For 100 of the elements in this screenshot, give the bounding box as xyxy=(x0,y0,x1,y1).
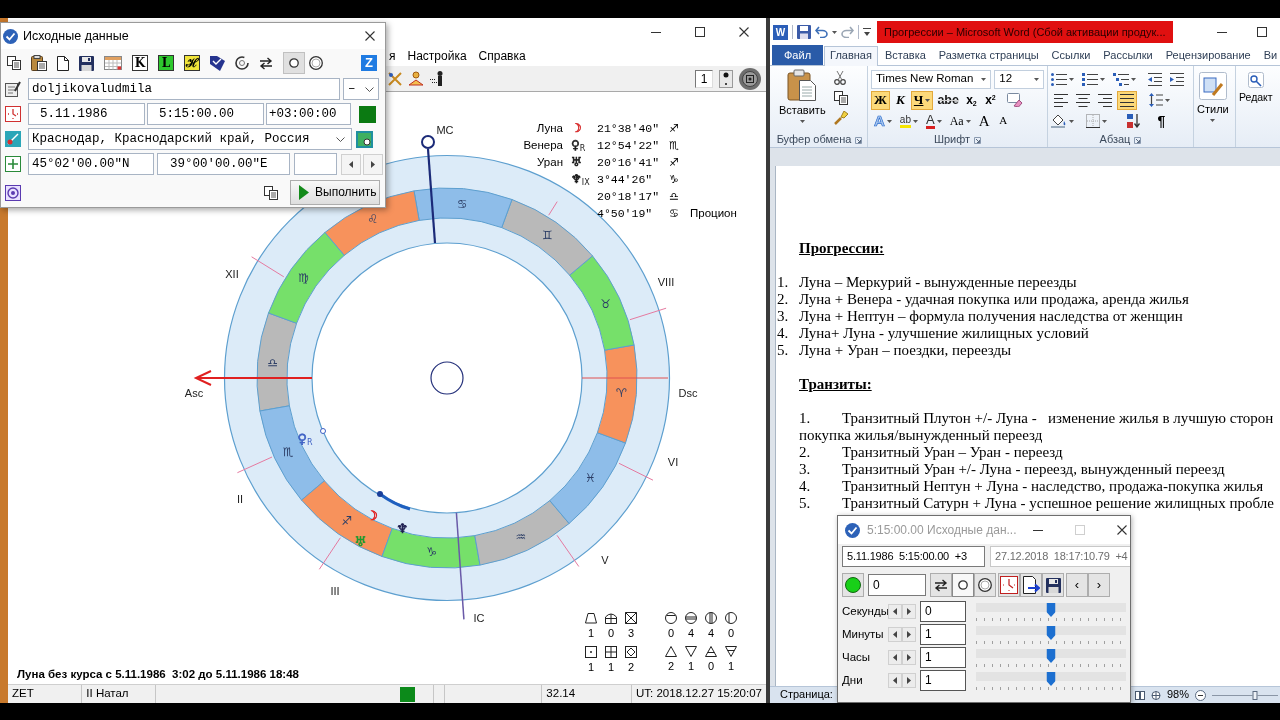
caret-icon[interactable] xyxy=(1102,119,1107,123)
letter-button[interactable]: Z xyxy=(361,55,377,71)
superscript-button[interactable]: x$^{2}$ xyxy=(981,90,999,110)
line-spacing-icon[interactable] xyxy=(1149,93,1163,107)
date-time-field[interactable]: 5.11.1986 5:15:00.00 +3 xyxy=(842,546,985,567)
option-dropdown[interactable]: – xyxy=(343,78,379,100)
copy-icon[interactable] xyxy=(7,56,21,70)
ribbon-tab[interactable]: Файл xyxy=(772,45,824,65)
caret-icon[interactable] xyxy=(832,30,837,34)
ribbon-tab[interactable]: Рассылки xyxy=(1097,46,1159,65)
spin-button-icon[interactable] xyxy=(719,69,733,88)
letter-button[interactable]: ℋ xyxy=(184,55,200,71)
previous-button[interactable]: ‹ xyxy=(1066,573,1088,597)
shading-icon[interactable] xyxy=(1051,114,1067,128)
decrease-button[interactable] xyxy=(341,153,361,175)
longitude-field[interactable]: 39°00'00.00"E xyxy=(157,153,290,175)
caret-icon[interactable] xyxy=(1069,77,1074,81)
person-icon[interactable] xyxy=(408,71,424,86)
globe-icon[interactable] xyxy=(1150,690,1161,700)
decrease-indent-icon[interactable] xyxy=(1148,72,1162,86)
place-dropdown[interactable]: Краснодар, Краснодарский край, Россия xyxy=(28,128,352,150)
next-button[interactable]: › xyxy=(1088,573,1110,597)
slider-thumb[interactable] xyxy=(1046,625,1056,640)
caret-icon[interactable] xyxy=(1131,77,1136,81)
numbering-icon[interactable] xyxy=(1082,72,1098,86)
start-button[interactable] xyxy=(842,573,864,597)
ribbon-tab[interactable]: Главная xyxy=(824,46,878,66)
paste-button[interactable]: Вставить xyxy=(779,69,826,125)
shrink-font-button[interactable]: A xyxy=(994,111,1012,131)
increase-button[interactable] xyxy=(902,627,916,642)
menu-item[interactable]: Настройка xyxy=(401,48,473,64)
ribbon-tab[interactable]: Разметка страницы xyxy=(932,46,1045,65)
date-field[interactable]: 5.11.1986 xyxy=(28,103,145,125)
value-field[interactable]: 1 xyxy=(920,624,966,645)
borders-icon[interactable] xyxy=(1086,114,1100,128)
styles-button[interactable]: Стили xyxy=(1197,69,1229,123)
time-field[interactable]: 5:15:00.00 xyxy=(147,103,264,125)
slider-thumb[interactable] xyxy=(1046,648,1056,663)
multilevel-list-icon[interactable] xyxy=(1113,72,1129,86)
show-marks-button[interactable]: ¶ xyxy=(1153,111,1170,131)
copy-icon[interactable] xyxy=(264,185,278,200)
zoom-percent-text[interactable]: 98% xyxy=(1166,688,1189,702)
increase-button[interactable] xyxy=(902,673,916,688)
sort-icon[interactable] xyxy=(1127,114,1141,128)
zoom-out-icon[interactable] xyxy=(1195,689,1206,701)
highlight-button[interactable]: ab xyxy=(896,111,921,131)
page-number-field[interactable]: 1 xyxy=(695,69,713,88)
value-field[interactable]: 0 xyxy=(920,601,966,622)
timezone-field[interactable]: +03:00:00 xyxy=(266,103,351,125)
save-button[interactable] xyxy=(1042,573,1064,597)
letter-button[interactable]: K xyxy=(132,55,148,71)
increase-button[interactable] xyxy=(902,650,916,665)
map-icon[interactable] xyxy=(356,130,373,148)
standing-figure-icon[interactable] xyxy=(430,71,444,86)
editing-button[interactable]: Редакт xyxy=(1239,69,1273,104)
justify-button[interactable] xyxy=(1117,90,1137,110)
paste-icon[interactable] xyxy=(31,55,47,71)
ring-icon[interactable] xyxy=(235,56,249,70)
grow-font-button[interactable]: A xyxy=(975,111,993,131)
decrease-button[interactable] xyxy=(888,673,902,688)
menu-item[interactable]: я xyxy=(383,48,402,64)
save-icon[interactable] xyxy=(797,25,811,39)
dialog-launcher-icon[interactable] xyxy=(855,136,863,144)
change-case-button[interactable]: Aa xyxy=(946,111,974,131)
input-field[interactable] xyxy=(294,153,337,175)
clear-format-icon[interactable] xyxy=(1006,93,1023,107)
customize-icon[interactable] xyxy=(863,27,871,37)
slider-thumb[interactable] xyxy=(1046,671,1056,686)
decrease-button[interactable] xyxy=(888,627,902,642)
calendar-icon[interactable] xyxy=(104,56,122,70)
check-badge-icon[interactable] xyxy=(210,55,225,71)
view-mode-button[interactable] xyxy=(974,573,996,597)
subscript-button[interactable]: x$_{2}$ xyxy=(962,90,980,110)
font-name-field[interactable]: Times New Roman xyxy=(871,69,992,89)
undo-icon[interactable] xyxy=(815,26,828,38)
step-field[interactable]: 0 xyxy=(868,574,926,596)
name-field[interactable]: doljikovaludmila xyxy=(28,78,340,100)
italic-button[interactable]: К xyxy=(891,90,909,110)
two-column-view-icon[interactable] xyxy=(1134,690,1145,700)
color-swatch-icon[interactable] xyxy=(359,105,376,123)
ribbon-tab[interactable]: Ссылки xyxy=(1045,46,1097,65)
caret-icon[interactable] xyxy=(1100,77,1105,81)
font-color-button[interactable]: A xyxy=(922,111,945,131)
crossed-tools-icon[interactable] xyxy=(388,71,402,86)
dial-icon[interactable] xyxy=(739,67,761,90)
increase-button[interactable] xyxy=(902,604,916,619)
clock-button[interactable] xyxy=(998,573,1020,597)
decrease-button[interactable] xyxy=(888,650,902,665)
view-mode-button[interactable] xyxy=(283,52,305,74)
menu-item[interactable]: Справка xyxy=(472,48,532,64)
caret-icon[interactable] xyxy=(1165,98,1170,102)
cut-icon[interactable] xyxy=(833,71,846,85)
underline-button[interactable]: Ч xyxy=(910,90,934,110)
ribbon-tab[interactable]: Рецензирование xyxy=(1159,46,1257,65)
bullets-icon[interactable] xyxy=(1051,72,1067,86)
zoom-slider-thumb[interactable] xyxy=(1252,690,1258,700)
increase-indent-icon[interactable] xyxy=(1170,72,1184,86)
value-field[interactable]: 1 xyxy=(920,670,966,691)
letter-button[interactable]: L xyxy=(158,55,174,71)
view-mode-button[interactable] xyxy=(952,573,974,597)
